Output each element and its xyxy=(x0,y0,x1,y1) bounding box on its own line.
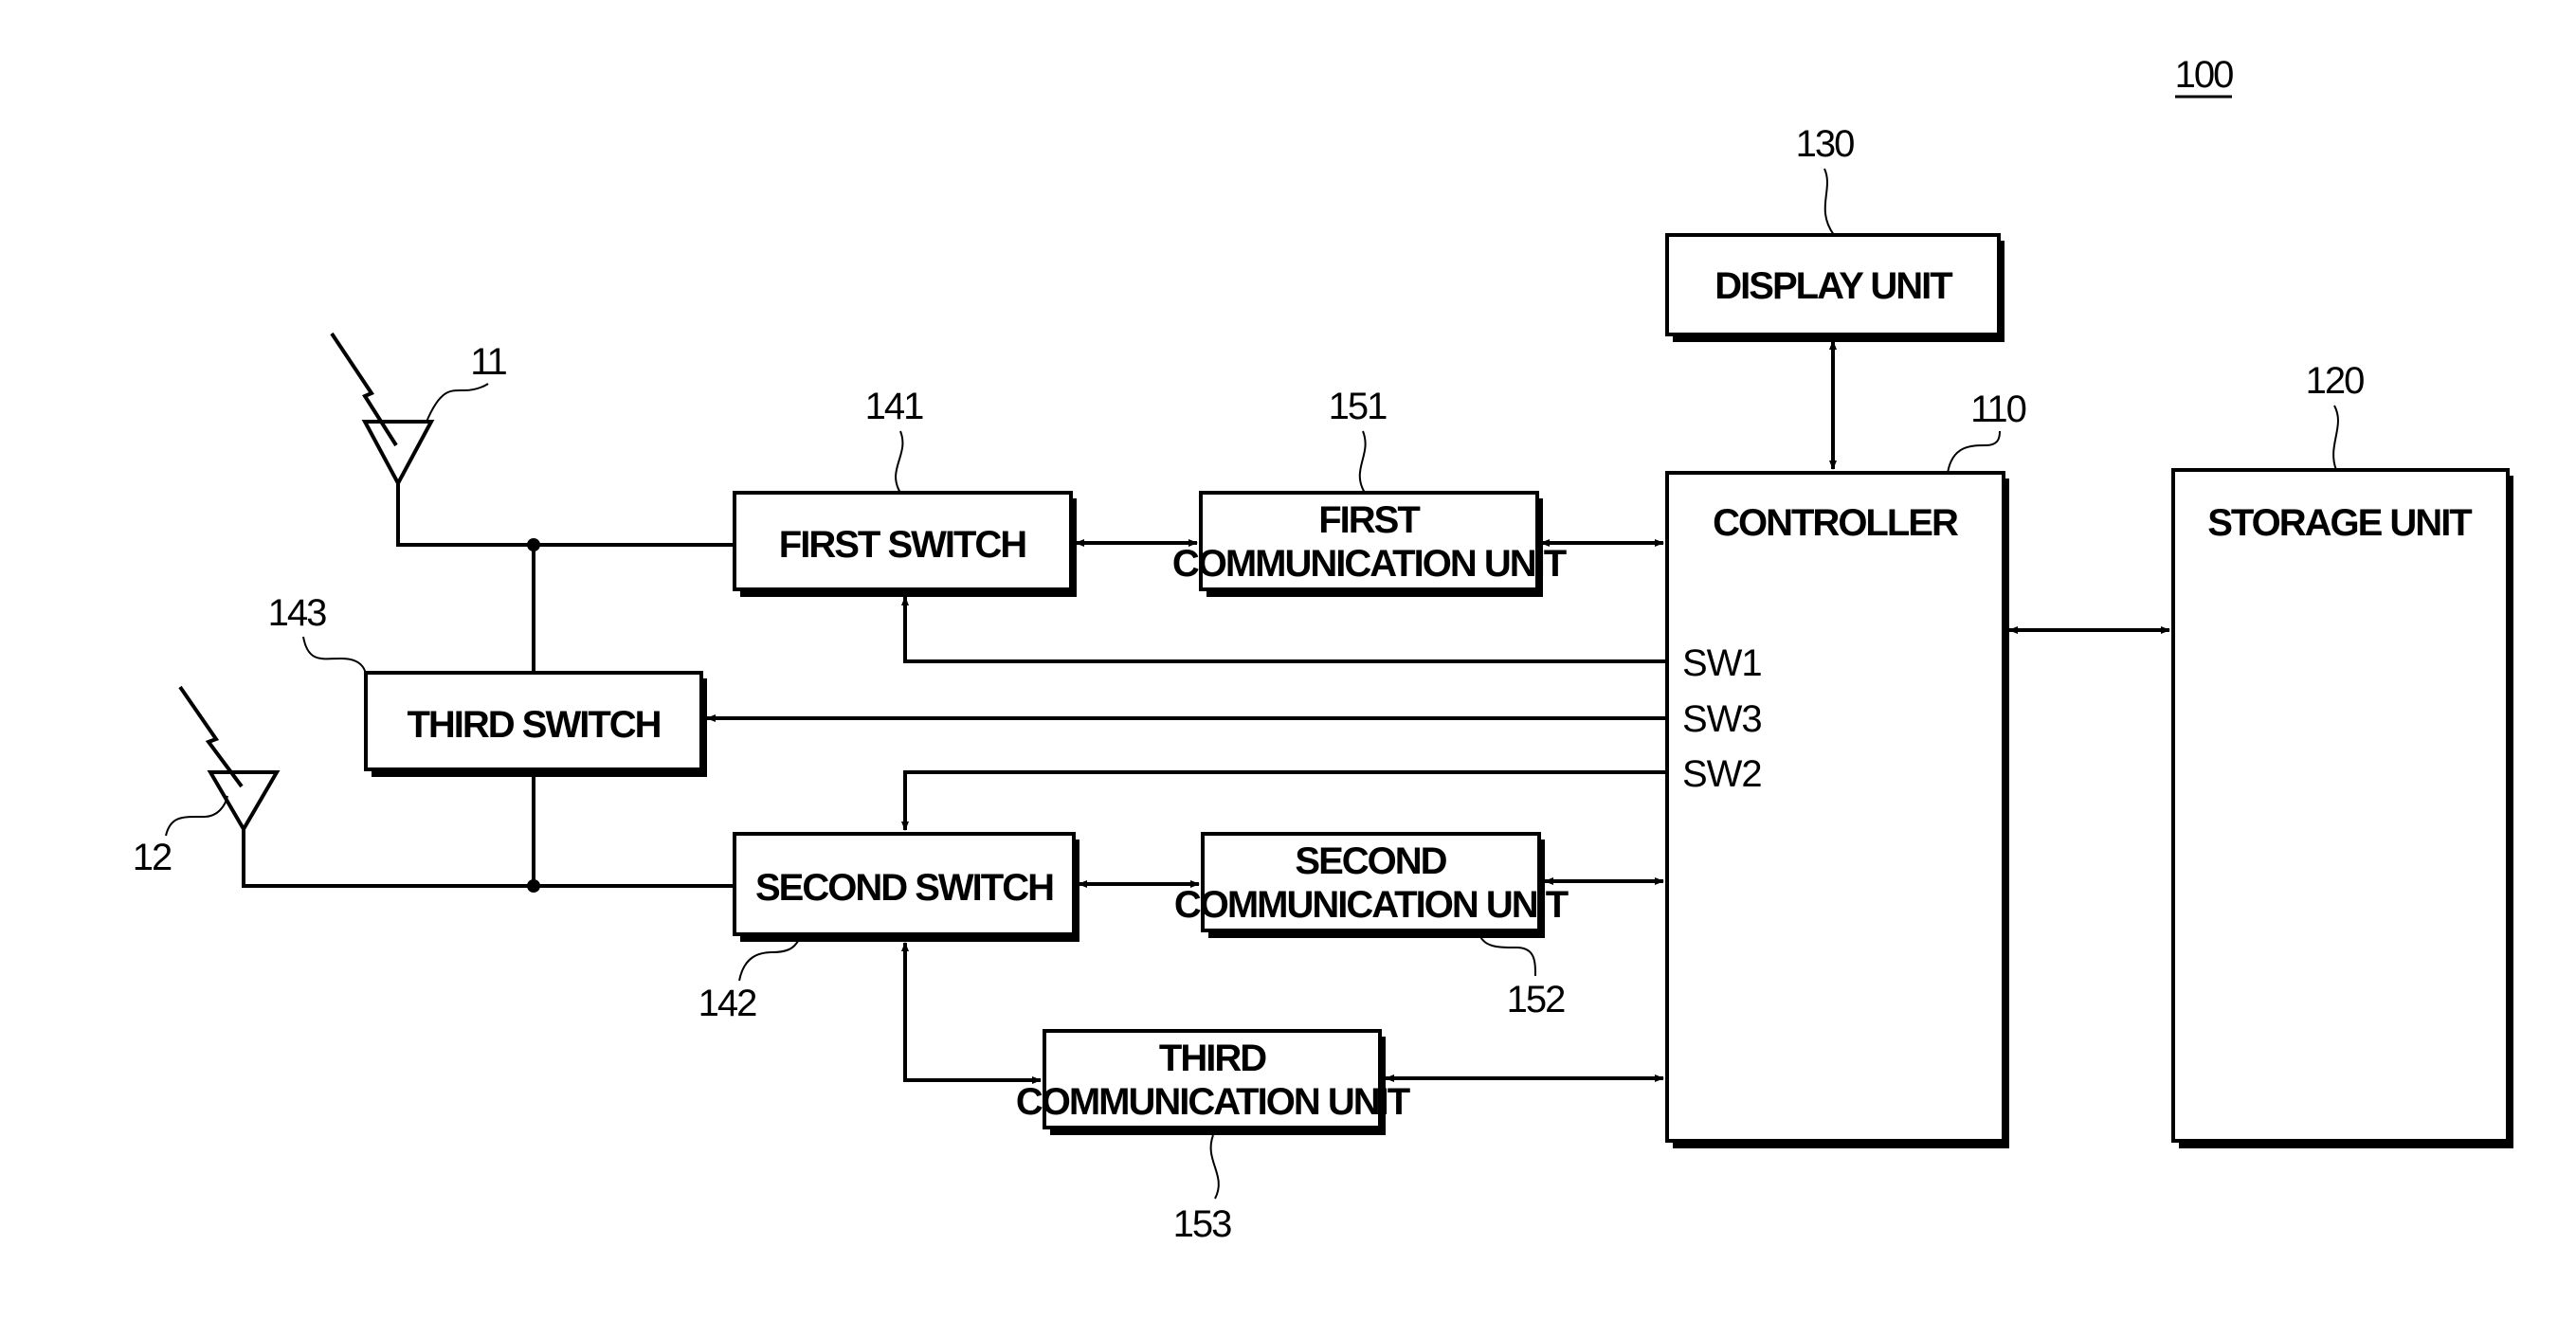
svg-text:COMMUNICATION UNIT: COMMUNICATION UNIT xyxy=(1172,543,1567,585)
svg-text:152: 152 xyxy=(1507,979,1565,1020)
svg-text:FIRST SWITCH: FIRST SWITCH xyxy=(779,524,1026,566)
signal-bolt-icon xyxy=(330,332,398,447)
third-switch-block: THIRD SWITCH 143 xyxy=(268,592,707,777)
svg-text:100: 100 xyxy=(2175,54,2233,96)
first-switch-block: FIRST SWITCH 141 xyxy=(733,386,1077,597)
antenna-12: 12 xyxy=(133,685,281,878)
svg-text:SW1: SW1 xyxy=(1682,642,1762,684)
svg-text:151: 151 xyxy=(1329,386,1387,427)
svg-text:SECOND: SECOND xyxy=(1295,840,1446,882)
first-communication-unit-block: FIRST COMMUNICATION UNIT 151 xyxy=(1172,386,1569,597)
display-unit-block: DISPLAY UNIT 130 xyxy=(1665,123,2005,342)
svg-text:THIRD: THIRD xyxy=(1159,1038,1266,1079)
figure-ref: 100 xyxy=(2175,54,2235,99)
svg-text:130: 130 xyxy=(1796,123,1854,165)
svg-text:120: 120 xyxy=(2306,360,2364,402)
svg-text:12: 12 xyxy=(133,837,172,878)
antenna-11: 11 xyxy=(330,332,509,488)
svg-text:110: 110 xyxy=(1970,388,2026,430)
svg-text:CONTROLLER: CONTROLLER xyxy=(1713,502,1959,544)
svg-text:SW2: SW2 xyxy=(1682,753,1762,795)
svg-text:153: 153 xyxy=(1173,1203,1231,1245)
svg-text:STORAGE UNIT: STORAGE UNIT xyxy=(2207,502,2472,544)
svg-text:COMMUNICATION UNIT: COMMUNICATION UNIT xyxy=(1174,884,1569,926)
svg-text:SW3: SW3 xyxy=(1682,698,1762,740)
svg-text:SECOND SWITCH: SECOND SWITCH xyxy=(755,867,1053,909)
svg-text:141: 141 xyxy=(865,386,923,427)
control-lines xyxy=(706,596,1667,831)
svg-text:FIRST: FIRST xyxy=(1318,499,1420,541)
controller-block: CONTROLLER SW1 SW3 SW2 110 xyxy=(1665,388,2028,1148)
svg-text:COMMUNICATION UNIT: COMMUNICATION UNIT xyxy=(1016,1081,1410,1123)
svg-text:143: 143 xyxy=(268,592,326,634)
second-switch-block: SECOND SWITCH 142 xyxy=(698,832,1079,1024)
svg-text:DISPLAY UNIT: DISPLAY UNIT xyxy=(1714,265,1952,307)
second-communication-unit-block: SECOND COMMUNICATION UNIT 152 xyxy=(1174,832,1570,1020)
block-diagram: .arr{stroke:#000;stroke-width:4;fill:non… xyxy=(133,54,2513,1245)
svg-text:THIRD SWITCH: THIRD SWITCH xyxy=(407,704,660,746)
svg-text:142: 142 xyxy=(698,983,756,1024)
svg-text:11: 11 xyxy=(470,341,506,383)
storage-unit-block: STORAGE UNIT 120 xyxy=(2171,360,2513,1148)
third-communication-unit-block: THIRD COMMUNICATION UNIT 153 xyxy=(1016,1029,1412,1245)
